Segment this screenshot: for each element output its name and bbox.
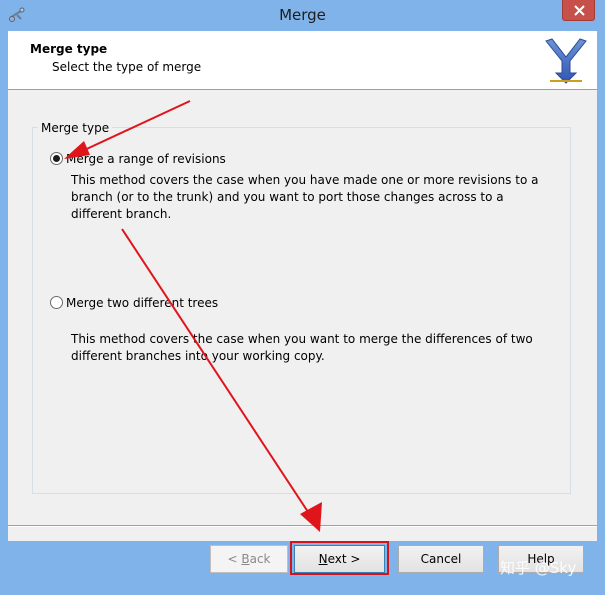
radio-range-of-revisions-label[interactable]: Merge a range of revisions: [66, 152, 226, 166]
title-bar[interactable]: Merge: [0, 0, 605, 31]
two-different-trees-description: This method covers the case when you wan…: [71, 332, 533, 363]
radio-selected-dot: [53, 155, 60, 162]
dialog-client-area: Merge type Select the type of merge Merg…: [8, 31, 597, 541]
watermark: 知乎 @Sky: [500, 559, 577, 577]
radio-two-different-trees-label[interactable]: Merge two different trees: [66, 296, 218, 310]
range-of-revisions-description: This method covers the case when you hav…: [71, 173, 539, 221]
back-button-mnemonic: B: [241, 552, 250, 566]
cancel-button[interactable]: Cancel: [398, 545, 484, 573]
merge-type-legend: Merge type: [38, 121, 113, 135]
radio-two-different-trees[interactable]: [50, 296, 63, 309]
window-title: Merge: [279, 6, 326, 24]
back-button-rest: ack: [249, 552, 271, 566]
radio-range-of-revisions[interactable]: [50, 152, 63, 165]
wizard-header: Merge type Select the type of merge: [8, 31, 597, 90]
merge-logo-icon: [545, 38, 587, 84]
close-button[interactable]: [562, 0, 595, 21]
merge-dialog-window: Merge Merge type Select the type of merg…: [0, 0, 605, 595]
button-separator: [8, 525, 597, 527]
back-button-prefix: <: [227, 552, 242, 566]
close-icon: [574, 5, 585, 16]
next-button-highlight-box: [290, 541, 389, 575]
header-subtitle: Select the type of merge: [52, 60, 202, 74]
header-title: Merge type: [30, 42, 108, 56]
back-button[interactable]: < Back: [210, 545, 288, 573]
